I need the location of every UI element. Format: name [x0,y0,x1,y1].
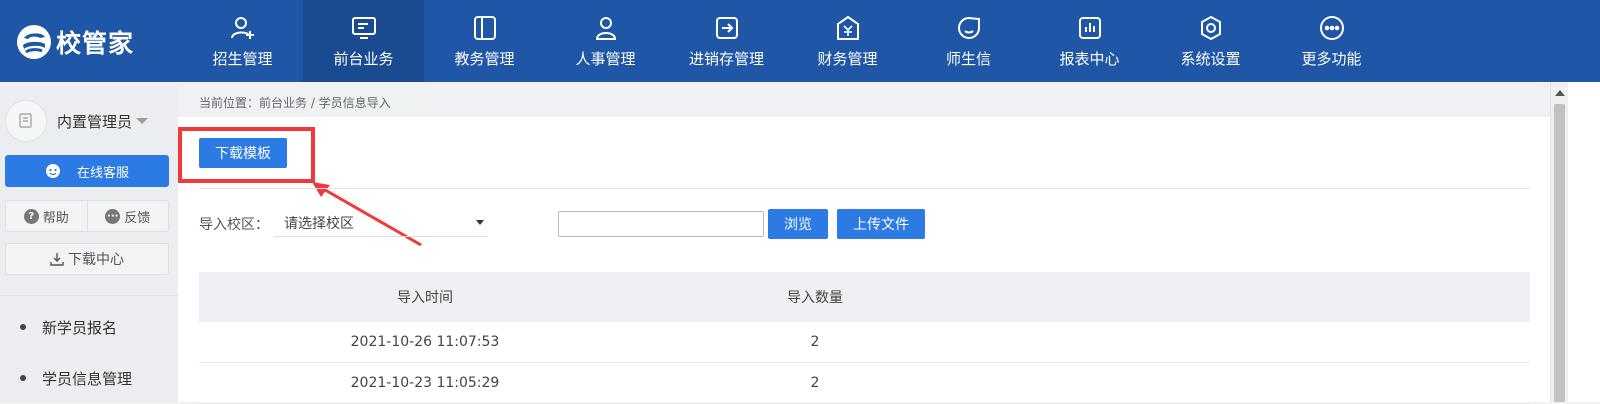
main-nav: 招生管理 前台业务 教务管理 人事管理 进销存管理 财务管理 师生信 报表中心 … [182,0,1392,82]
nav-item-settings[interactable]: 系统设置 [1150,0,1271,82]
nav-item-academic[interactable]: 教务管理 [424,0,545,82]
online-service-label: 在线客服 [76,165,129,181]
table-header: 导入时间 导入数量 [199,272,1530,322]
sidebar-divider [0,295,178,296]
column-header-import-time: 导入时间 [397,290,453,306]
highlight-box [178,127,315,183]
browse-button[interactable]: 浏览 [768,209,828,239]
person-icon [595,17,616,40]
column-header-import-count: 导入数量 [787,290,843,306]
message-icon [957,16,980,39]
nav-item-reports[interactable]: 报表中心 [1029,0,1150,82]
section-divider [199,188,1530,189]
front-desk-icon [351,17,376,39]
import-history-table: 导入时间 导入数量 2021-10-26 11:07:53 2 2021-10-… [199,272,1530,404]
inventory-icon [715,17,738,39]
nav-item-messages[interactable]: 师生信 [908,0,1029,82]
user-menu[interactable]: 内置管理员 [5,99,175,143]
help-button[interactable]: ? 帮助 [6,201,87,231]
sidebar-item-student-info[interactable]: 学员信息管理 [0,363,178,393]
academic-icon [473,16,496,40]
nav-item-hr[interactable]: 人事管理 [545,0,666,82]
cell-import-count: 2 [810,334,820,350]
app-logo[interactable]: 校管家 [16,24,134,60]
feedback-button[interactable]: ··· 反馈 [86,201,169,231]
settings-icon [1200,15,1221,41]
nav-item-enrollment[interactable]: 招生管理 [182,0,303,82]
scroll-up-arrow-icon[interactable] [1555,90,1565,96]
caret-down-icon [476,220,484,225]
username: 内置管理员 [57,112,133,131]
breadcrumb: 当前位置：前台业务 / 学员信息导入 [178,87,1550,117]
nav-item-front-desk[interactable]: 前台业务 [303,0,424,82]
help-feedback-row: ? 帮助 ··· 反馈 [5,200,169,232]
logo-text: 校管家 [56,29,135,58]
campus-select[interactable]: 请选择校区 [274,209,488,237]
cell-import-count: 2 [810,375,820,391]
add-user-icon [230,17,254,39]
nav-item-more[interactable]: 更多功能 [1271,0,1392,82]
report-icon [1078,17,1101,39]
download-center-button[interactable]: 下载中心 [5,243,169,275]
avatar [5,100,47,142]
avatar-placeholder-icon [19,113,32,128]
table-row: 2021-10-23 11:05:29 2 [199,363,1530,404]
more-icon [1319,16,1344,40]
upload-file-button[interactable]: 上传文件 [837,209,925,239]
bullet-icon [20,375,26,381]
cell-import-time: 2021-10-23 11:05:29 [350,375,500,391]
sidebar: 内置管理员 在线客服 ? 帮助 ··· 反馈 下载中心 新学员报名 学员信息管理 [0,87,178,402]
table-row: 2021-10-26 11:07:53 2 [199,322,1530,363]
scroll-thumb[interactable] [1554,104,1565,402]
cell-import-time: 2021-10-26 11:07:53 [350,334,500,350]
vertical-scrollbar[interactable] [1550,82,1568,402]
logo-icon [17,25,51,59]
question-icon: ? [23,208,39,224]
online-service-button[interactable]: 在线客服 [5,155,169,187]
chevron-down-icon [136,118,149,124]
chat-bubble-icon [45,164,60,178]
campus-label: 导入校区： [199,217,269,233]
finance-icon [836,15,859,40]
main-content: 当前位置：前台业务 / 学员信息导入 下载模板 导入校区： 请选择校区 浏览 上… [178,87,1550,404]
right-margin [1568,82,1600,402]
ellipsis-icon: ··· [105,208,121,224]
nav-item-finance[interactable]: 财务管理 [787,0,908,82]
bullet-icon [20,324,26,330]
nav-item-inventory[interactable]: 进销存管理 [666,0,787,82]
top-navigation-bar: 校管家 招生管理 前台业务 教务管理 人事管理 进销存管理 财务管理 师生信 报… [0,0,1600,82]
file-path-input[interactable] [558,211,764,237]
sidebar-item-new-student[interactable]: 新学员报名 [0,312,178,342]
download-icon [50,253,64,266]
